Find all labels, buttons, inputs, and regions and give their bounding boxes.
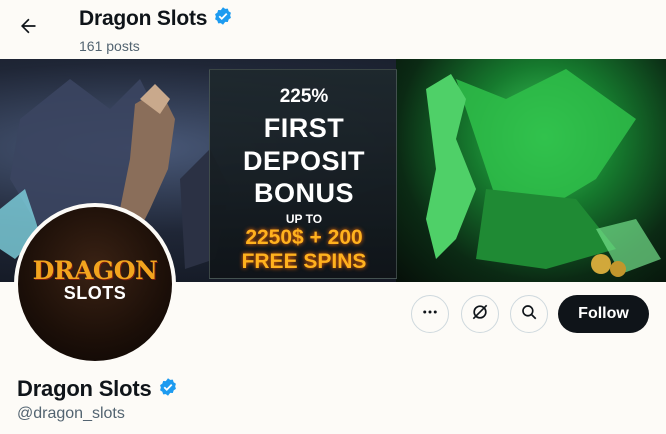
- more-dots-icon: [421, 303, 439, 326]
- posts-count: 161 posts: [79, 38, 140, 54]
- verified-badge-icon: [213, 6, 233, 31]
- follow-button[interactable]: Follow: [558, 295, 649, 333]
- header-title-row: Dragon Slots: [79, 6, 233, 31]
- header-title: Dragon Slots: [79, 6, 208, 30]
- bonus-amount: 2250$ + 200: [245, 226, 363, 249]
- profile-name: Dragon Slots: [17, 376, 152, 401]
- back-button[interactable]: [10, 10, 46, 46]
- top-bar: Dragon Slots 161 posts: [0, 0, 666, 59]
- bonus-deposit: DEPOSIT: [242, 146, 366, 176]
- profile-name-row: Dragon Slots: [17, 376, 178, 402]
- bonus-word: BONUS: [253, 178, 354, 208]
- bonus-panel: 225% FIRST DEPOSIT BONUS UP TO 2250$ + 2…: [209, 69, 397, 279]
- bonus-free-spins: FREE SPINS: [241, 250, 367, 273]
- bonus-percent: 225%: [279, 86, 329, 107]
- arrow-left-icon: [18, 16, 38, 41]
- search-icon: [520, 303, 538, 326]
- more-button[interactable]: [411, 295, 449, 333]
- banner-right-area: [396, 59, 666, 282]
- profile-actions: Follow: [0, 295, 666, 335]
- avatar-logo-top: DRAGON: [32, 256, 158, 285]
- profile-handle: @dragon_slots: [17, 405, 125, 422]
- avatar[interactable]: DRAGON SLOTS: [14, 203, 176, 365]
- bonus-up-to: UP TO: [285, 212, 323, 226]
- search-button[interactable]: [510, 295, 548, 333]
- verified-badge-icon: [158, 377, 178, 402]
- bonus-first: FIRST: [263, 113, 345, 143]
- grok-icon: [470, 302, 490, 327]
- grok-button[interactable]: [461, 295, 499, 333]
- dragon-illustration-right: [426, 69, 661, 277]
